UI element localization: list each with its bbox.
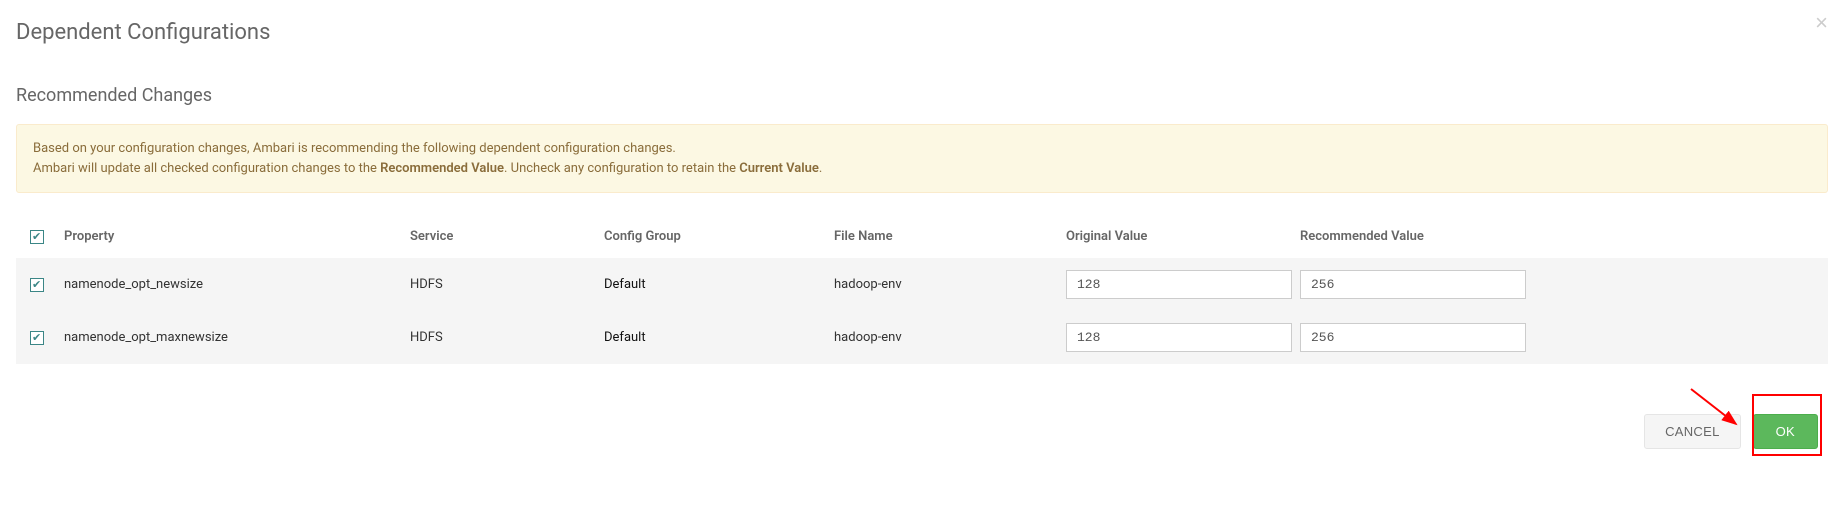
ok-button[interactable]: OK: [1753, 414, 1818, 449]
check-icon: ✔: [32, 231, 41, 242]
alert-text: .: [819, 161, 822, 176]
table-row: ✔ namenode_opt_newsize HDFS Default hado…: [16, 258, 1828, 311]
select-all-checkbox[interactable]: ✔: [30, 230, 44, 244]
alert-text: Ambari will update all checked configura…: [33, 161, 380, 176]
row-checkbox[interactable]: ✔: [30, 278, 44, 292]
recommended-value-input[interactable]: [1300, 270, 1526, 299]
cell-config-group: Default: [604, 330, 834, 345]
alert-bold: Recommended Value: [380, 161, 504, 176]
section-subtitle: Recommended Changes: [16, 85, 1828, 106]
header-property: Property: [64, 229, 410, 244]
header-filename: File Name: [834, 229, 1066, 244]
alert-line1: Based on your configuration changes, Amb…: [33, 139, 1811, 159]
cell-filename: hadoop-env: [834, 330, 1066, 345]
check-icon: ✔: [32, 279, 41, 290]
alert-text: . Uncheck any configuration to retain th…: [504, 161, 739, 176]
check-icon: ✔: [32, 332, 41, 343]
cell-property: namenode_opt_maxnewsize: [64, 330, 410, 345]
cell-service: HDFS: [410, 277, 604, 292]
recommended-value-input[interactable]: [1300, 323, 1526, 352]
header-config-group: Config Group: [604, 229, 834, 244]
cell-config-group: Default: [604, 277, 834, 292]
original-value-input[interactable]: [1066, 323, 1292, 352]
header-original: Original Value: [1066, 229, 1300, 244]
modal-title: Dependent Configurations: [16, 20, 1828, 45]
original-value-input[interactable]: [1066, 270, 1292, 299]
alert-bold: Current Value: [739, 161, 819, 176]
cancel-button[interactable]: CANCEL: [1644, 414, 1741, 449]
cell-service: HDFS: [410, 330, 604, 345]
modal-dependent-configurations: × Dependent Configurations Recommended C…: [0, 0, 1844, 465]
recommendations-table: ✔ Property Service Config Group File Nam…: [16, 221, 1828, 364]
modal-footer: CANCEL OK: [16, 414, 1828, 449]
header-service: Service: [410, 229, 604, 244]
cell-filename: hadoop-env: [834, 277, 1066, 292]
cell-property: namenode_opt_newsize: [64, 277, 410, 292]
row-checkbox[interactable]: ✔: [30, 331, 44, 345]
header-recommended: Recommended Value: [1300, 229, 1534, 244]
alert-recommendations: Based on your configuration changes, Amb…: [16, 124, 1828, 193]
close-icon[interactable]: ×: [1815, 12, 1828, 34]
alert-line2: Ambari will update all checked configura…: [33, 159, 1811, 179]
table-header-row: ✔ Property Service Config Group File Nam…: [16, 221, 1828, 258]
table-row: ✔ namenode_opt_maxnewsize HDFS Default h…: [16, 311, 1828, 364]
